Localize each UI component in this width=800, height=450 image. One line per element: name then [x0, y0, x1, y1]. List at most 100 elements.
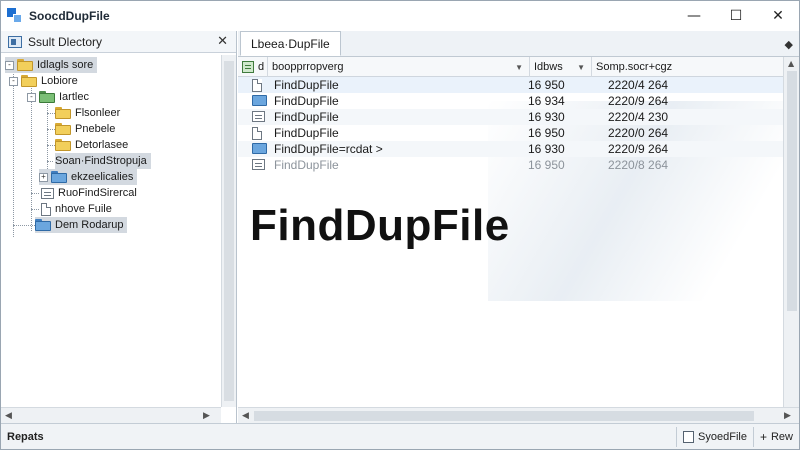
table-row[interactable]: FindDupFile 16 934 2220/9 264	[238, 93, 783, 109]
tree-item-label: nhove Fuile	[55, 203, 112, 215]
collapse-icon[interactable]: -	[27, 92, 36, 102]
folder-icon	[51, 171, 67, 183]
tree-horizontal-scrollbar[interactable]: ◀ ▶	[1, 407, 221, 423]
column-header-label: Idbws	[534, 61, 563, 73]
new-label: Rew	[770, 430, 793, 443]
folder-icon	[17, 59, 33, 71]
folder-icon	[252, 143, 267, 154]
column-header-date[interactable]: Somp.socr+cgz	[592, 57, 783, 77]
folder-icon	[55, 123, 71, 135]
folder-icon	[55, 107, 71, 119]
row-size: 16 930	[528, 110, 565, 124]
results-list: FindDupFile 16 950 2220/4 264 FindDupFil…	[238, 77, 783, 173]
row-size: 16 950	[528, 158, 565, 172]
tab-results[interactable]: Lbeea·DupFile	[240, 31, 341, 56]
file-list-icon	[252, 159, 265, 170]
row-name: FindDupFile=rcdat >	[274, 142, 383, 156]
results-tabstrip: Lbeea·DupFile ◆	[238, 31, 799, 57]
tree-item[interactable]: Detorlasee	[55, 137, 128, 153]
column-header-name[interactable]: boopprropverg ▼	[268, 57, 530, 77]
folder-icon	[39, 91, 55, 103]
results-horizontal-scrollbar[interactable]: ◀ ▶	[238, 407, 799, 423]
app-logo-icon	[7, 8, 23, 24]
tree-item[interactable]: + ekzeelicalies	[39, 169, 138, 185]
table-row[interactable]: FindDupFile=rcdat > 16 930 2220/9 264	[238, 141, 783, 157]
tree-item[interactable]: - Idlagls sore	[5, 57, 98, 73]
tree-item-label: Pnebele	[75, 123, 116, 135]
tree-item-label: ekzeelicalies	[71, 171, 134, 183]
tree-item[interactable]: Flsonleer	[55, 105, 120, 121]
scroll-right-icon[interactable]: ▶	[784, 411, 791, 421]
close-icon: ✕	[772, 8, 784, 24]
tree-item-label: Idlagls sore	[37, 59, 94, 71]
file-list-icon	[41, 187, 54, 199]
table-row[interactable]: FindDupFile 16 950 2220/8 264	[238, 157, 783, 173]
tree-item[interactable]: - Lobiore	[9, 73, 78, 89]
table-row[interactable]: FindDupFile 16 950 2220/4 264	[238, 77, 783, 93]
tree-item[interactable]: - Iartlec	[27, 89, 89, 105]
scroll-thumb[interactable]	[224, 61, 234, 401]
file-icon	[252, 79, 262, 92]
window-title: SoocdDupFile	[29, 9, 110, 23]
directory-panel: Ssult Dlectory ✕ - Idlagls sore - Lobior…	[1, 31, 237, 423]
file-icon	[252, 127, 262, 140]
scroll-up-icon[interactable]: ▲	[788, 59, 794, 68]
folder-icon	[21, 75, 37, 87]
tree-item[interactable]: Soan·FindStropuja	[55, 153, 151, 169]
row-name: FindDupFile	[274, 158, 339, 172]
row-date: 2220/4 264	[608, 78, 669, 92]
collapse-icon[interactable]: -	[5, 60, 14, 70]
folder-icon	[252, 95, 267, 106]
folder-icon	[35, 219, 51, 231]
status-text: Repats	[7, 430, 44, 443]
table-row[interactable]: FindDupFile 16 950 2220/0 264	[238, 125, 783, 141]
results-vertical-scrollbar[interactable]: ▲	[783, 57, 799, 407]
row-date: 2220/9 264	[608, 142, 669, 156]
panel-close-icon[interactable]: ✕	[217, 34, 228, 49]
maximize-button[interactable]: ☐	[715, 1, 757, 31]
column-header-size[interactable]: Idbws ▼	[530, 57, 592, 77]
tree-item[interactable]: nhove Fuile	[41, 201, 112, 217]
expand-icon[interactable]: +	[39, 172, 48, 182]
tree-item[interactable]: Dem Rodarup	[35, 217, 128, 233]
row-name: FindDupFile	[274, 78, 339, 92]
row-name: FindDupFile	[274, 94, 339, 108]
file-icon	[41, 202, 51, 216]
plus-icon: +	[759, 429, 767, 444]
column-header-label: Somp.socr+cgz	[596, 61, 673, 73]
tree-vertical-scrollbar[interactable]	[221, 55, 236, 407]
maximize-icon: ☐	[729, 8, 743, 24]
column-header-label: d	[258, 61, 265, 73]
scroll-thumb[interactable]	[787, 71, 797, 311]
scroll-left-icon[interactable]: ◀	[5, 411, 12, 421]
row-name: FindDupFile	[274, 110, 339, 124]
results-panel: Lbeea·DupFile ◆ d boopprropverg ▼ Idbws …	[238, 31, 799, 423]
scroll-left-icon[interactable]: ◀	[242, 411, 249, 421]
save-file-button[interactable]: SyoedFile	[676, 426, 753, 447]
minimize-button[interactable]: —	[673, 1, 715, 31]
directory-tree: - Idlagls sore - Lobiore - Iartlec Flson…	[1, 55, 221, 407]
minimize-icon: —	[687, 8, 701, 24]
tab-menu-icon[interactable]: ◆	[785, 38, 793, 51]
collapse-icon[interactable]: -	[9, 76, 18, 86]
column-header-check[interactable]: d	[238, 57, 268, 77]
row-size: 16 934	[528, 94, 565, 108]
folder-icon	[55, 139, 71, 151]
scroll-thumb[interactable]	[254, 411, 754, 421]
app-name-watermark: FindDupFile	[250, 201, 510, 250]
tree-item-label: Detorlasee	[75, 139, 129, 151]
scroll-right-icon[interactable]: ▶	[203, 411, 210, 421]
new-button[interactable]: + Rew	[752, 426, 799, 447]
tree-item[interactable]: RuoFindSirercal	[41, 185, 137, 201]
row-date: 2220/4 230	[608, 110, 669, 124]
directory-panel-title: Ssult Dlectory	[28, 34, 103, 49]
file-list-icon	[252, 111, 265, 122]
tree-item[interactable]: Pnebele	[55, 121, 115, 137]
row-date: 2220/9 264	[608, 94, 669, 108]
row-size: 16 930	[528, 142, 565, 156]
file-icon	[683, 430, 695, 443]
tree-item-label: Soan·FindStropuja	[55, 155, 147, 167]
table-row[interactable]: FindDupFile 16 930 2220/4 230	[238, 109, 783, 125]
close-button[interactable]: ✕	[757, 1, 799, 31]
status-bar: Repats SyoedFile + Rew	[1, 423, 799, 449]
